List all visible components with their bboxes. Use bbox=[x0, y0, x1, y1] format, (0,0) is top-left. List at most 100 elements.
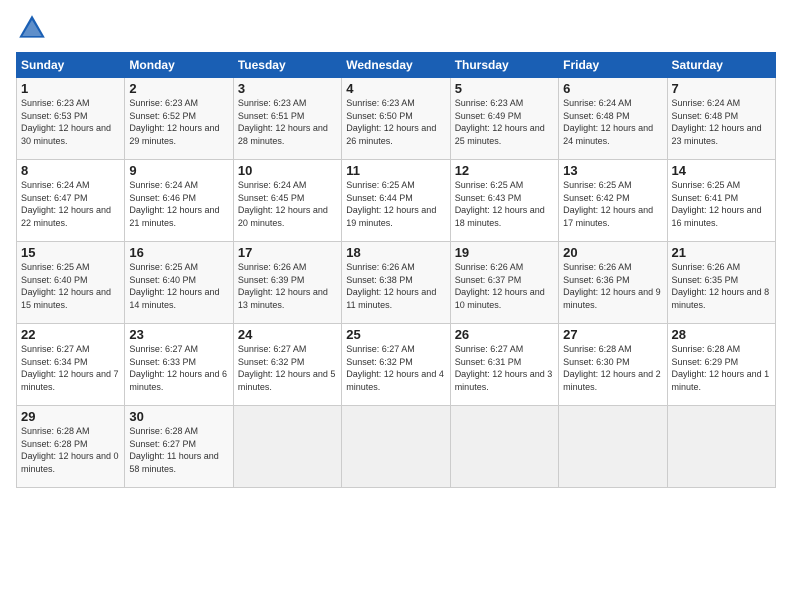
day-number: 6 bbox=[563, 81, 662, 96]
calendar-cell: 28 Sunrise: 6:28 AMSunset: 6:29 PMDaylig… bbox=[667, 324, 775, 406]
calendar-cell: 29 Sunrise: 6:28 AMSunset: 6:28 PMDaylig… bbox=[17, 406, 125, 488]
day-info: Sunrise: 6:28 AMSunset: 6:28 PMDaylight:… bbox=[21, 425, 120, 475]
logo bbox=[16, 12, 52, 44]
day-number: 9 bbox=[129, 163, 228, 178]
day-number: 8 bbox=[21, 163, 120, 178]
calendar-cell: 7 Sunrise: 6:24 AMSunset: 6:48 PMDayligh… bbox=[667, 78, 775, 160]
day-number: 17 bbox=[238, 245, 337, 260]
day-info: Sunrise: 6:24 AMSunset: 6:48 PMDaylight:… bbox=[563, 97, 662, 147]
calendar-cell: 30 Sunrise: 6:28 AMSunset: 6:27 PMDaylig… bbox=[125, 406, 233, 488]
day-info: Sunrise: 6:25 AMSunset: 6:43 PMDaylight:… bbox=[455, 179, 554, 229]
day-number: 7 bbox=[672, 81, 771, 96]
day-number: 18 bbox=[346, 245, 445, 260]
calendar-week-2: 8 Sunrise: 6:24 AMSunset: 6:47 PMDayligh… bbox=[17, 160, 776, 242]
col-header-saturday: Saturday bbox=[667, 53, 775, 78]
day-info: Sunrise: 6:23 AMSunset: 6:51 PMDaylight:… bbox=[238, 97, 337, 147]
day-number: 4 bbox=[346, 81, 445, 96]
calendar-cell bbox=[450, 406, 558, 488]
calendar-cell: 9 Sunrise: 6:24 AMSunset: 6:46 PMDayligh… bbox=[125, 160, 233, 242]
day-info: Sunrise: 6:27 AMSunset: 6:34 PMDaylight:… bbox=[21, 343, 120, 393]
calendar-cell: 20 Sunrise: 6:26 AMSunset: 6:36 PMDaylig… bbox=[559, 242, 667, 324]
calendar-cell: 15 Sunrise: 6:25 AMSunset: 6:40 PMDaylig… bbox=[17, 242, 125, 324]
day-number: 15 bbox=[21, 245, 120, 260]
day-number: 16 bbox=[129, 245, 228, 260]
day-number: 30 bbox=[129, 409, 228, 424]
day-info: Sunrise: 6:27 AMSunset: 6:32 PMDaylight:… bbox=[238, 343, 337, 393]
day-number: 20 bbox=[563, 245, 662, 260]
day-number: 27 bbox=[563, 327, 662, 342]
calendar-cell: 16 Sunrise: 6:25 AMSunset: 6:40 PMDaylig… bbox=[125, 242, 233, 324]
logo-icon bbox=[16, 12, 48, 44]
calendar-cell: 26 Sunrise: 6:27 AMSunset: 6:31 PMDaylig… bbox=[450, 324, 558, 406]
calendar-week-5: 29 Sunrise: 6:28 AMSunset: 6:28 PMDaylig… bbox=[17, 406, 776, 488]
calendar-cell: 12 Sunrise: 6:25 AMSunset: 6:43 PMDaylig… bbox=[450, 160, 558, 242]
day-number: 24 bbox=[238, 327, 337, 342]
calendar-cell: 19 Sunrise: 6:26 AMSunset: 6:37 PMDaylig… bbox=[450, 242, 558, 324]
calendar-header-row: SundayMondayTuesdayWednesdayThursdayFrid… bbox=[17, 53, 776, 78]
calendar-week-1: 1 Sunrise: 6:23 AMSunset: 6:53 PMDayligh… bbox=[17, 78, 776, 160]
day-info: Sunrise: 6:25 AMSunset: 6:42 PMDaylight:… bbox=[563, 179, 662, 229]
day-number: 21 bbox=[672, 245, 771, 260]
day-info: Sunrise: 6:24 AMSunset: 6:45 PMDaylight:… bbox=[238, 179, 337, 229]
day-number: 28 bbox=[672, 327, 771, 342]
day-info: Sunrise: 6:28 AMSunset: 6:29 PMDaylight:… bbox=[672, 343, 771, 393]
calendar-cell bbox=[342, 406, 450, 488]
calendar-cell: 4 Sunrise: 6:23 AMSunset: 6:50 PMDayligh… bbox=[342, 78, 450, 160]
calendar-cell: 23 Sunrise: 6:27 AMSunset: 6:33 PMDaylig… bbox=[125, 324, 233, 406]
calendar-cell: 17 Sunrise: 6:26 AMSunset: 6:39 PMDaylig… bbox=[233, 242, 341, 324]
day-number: 1 bbox=[21, 81, 120, 96]
calendar-week-4: 22 Sunrise: 6:27 AMSunset: 6:34 PMDaylig… bbox=[17, 324, 776, 406]
calendar-cell: 3 Sunrise: 6:23 AMSunset: 6:51 PMDayligh… bbox=[233, 78, 341, 160]
day-info: Sunrise: 6:23 AMSunset: 6:50 PMDaylight:… bbox=[346, 97, 445, 147]
day-number: 14 bbox=[672, 163, 771, 178]
day-number: 26 bbox=[455, 327, 554, 342]
day-info: Sunrise: 6:25 AMSunset: 6:44 PMDaylight:… bbox=[346, 179, 445, 229]
calendar-cell: 6 Sunrise: 6:24 AMSunset: 6:48 PMDayligh… bbox=[559, 78, 667, 160]
day-number: 29 bbox=[21, 409, 120, 424]
calendar-cell: 10 Sunrise: 6:24 AMSunset: 6:45 PMDaylig… bbox=[233, 160, 341, 242]
day-info: Sunrise: 6:23 AMSunset: 6:53 PMDaylight:… bbox=[21, 97, 120, 147]
day-info: Sunrise: 6:27 AMSunset: 6:31 PMDaylight:… bbox=[455, 343, 554, 393]
day-info: Sunrise: 6:26 AMSunset: 6:35 PMDaylight:… bbox=[672, 261, 771, 311]
day-info: Sunrise: 6:26 AMSunset: 6:36 PMDaylight:… bbox=[563, 261, 662, 311]
day-number: 12 bbox=[455, 163, 554, 178]
day-number: 11 bbox=[346, 163, 445, 178]
calendar-cell: 24 Sunrise: 6:27 AMSunset: 6:32 PMDaylig… bbox=[233, 324, 341, 406]
calendar-table: SundayMondayTuesdayWednesdayThursdayFrid… bbox=[16, 52, 776, 488]
day-info: Sunrise: 6:26 AMSunset: 6:39 PMDaylight:… bbox=[238, 261, 337, 311]
day-number: 19 bbox=[455, 245, 554, 260]
col-header-sunday: Sunday bbox=[17, 53, 125, 78]
day-info: Sunrise: 6:25 AMSunset: 6:41 PMDaylight:… bbox=[672, 179, 771, 229]
calendar-cell: 8 Sunrise: 6:24 AMSunset: 6:47 PMDayligh… bbox=[17, 160, 125, 242]
day-info: Sunrise: 6:27 AMSunset: 6:33 PMDaylight:… bbox=[129, 343, 228, 393]
calendar-cell: 25 Sunrise: 6:27 AMSunset: 6:32 PMDaylig… bbox=[342, 324, 450, 406]
calendar-cell: 21 Sunrise: 6:26 AMSunset: 6:35 PMDaylig… bbox=[667, 242, 775, 324]
calendar-cell: 22 Sunrise: 6:27 AMSunset: 6:34 PMDaylig… bbox=[17, 324, 125, 406]
day-info: Sunrise: 6:23 AMSunset: 6:49 PMDaylight:… bbox=[455, 97, 554, 147]
day-info: Sunrise: 6:27 AMSunset: 6:32 PMDaylight:… bbox=[346, 343, 445, 393]
col-header-wednesday: Wednesday bbox=[342, 53, 450, 78]
calendar-cell bbox=[667, 406, 775, 488]
calendar-cell bbox=[233, 406, 341, 488]
day-info: Sunrise: 6:24 AMSunset: 6:47 PMDaylight:… bbox=[21, 179, 120, 229]
day-info: Sunrise: 6:28 AMSunset: 6:27 PMDaylight:… bbox=[129, 425, 228, 475]
day-info: Sunrise: 6:23 AMSunset: 6:52 PMDaylight:… bbox=[129, 97, 228, 147]
calendar-cell: 11 Sunrise: 6:25 AMSunset: 6:44 PMDaylig… bbox=[342, 160, 450, 242]
day-info: Sunrise: 6:26 AMSunset: 6:37 PMDaylight:… bbox=[455, 261, 554, 311]
day-info: Sunrise: 6:26 AMSunset: 6:38 PMDaylight:… bbox=[346, 261, 445, 311]
day-info: Sunrise: 6:28 AMSunset: 6:30 PMDaylight:… bbox=[563, 343, 662, 393]
calendar-cell: 2 Sunrise: 6:23 AMSunset: 6:52 PMDayligh… bbox=[125, 78, 233, 160]
calendar-cell: 18 Sunrise: 6:26 AMSunset: 6:38 PMDaylig… bbox=[342, 242, 450, 324]
calendar-cell bbox=[559, 406, 667, 488]
col-header-thursday: Thursday bbox=[450, 53, 558, 78]
calendar-cell: 27 Sunrise: 6:28 AMSunset: 6:30 PMDaylig… bbox=[559, 324, 667, 406]
day-info: Sunrise: 6:25 AMSunset: 6:40 PMDaylight:… bbox=[21, 261, 120, 311]
calendar-cell: 1 Sunrise: 6:23 AMSunset: 6:53 PMDayligh… bbox=[17, 78, 125, 160]
day-number: 13 bbox=[563, 163, 662, 178]
calendar-cell: 13 Sunrise: 6:25 AMSunset: 6:42 PMDaylig… bbox=[559, 160, 667, 242]
day-info: Sunrise: 6:25 AMSunset: 6:40 PMDaylight:… bbox=[129, 261, 228, 311]
day-number: 10 bbox=[238, 163, 337, 178]
page-header bbox=[16, 12, 776, 44]
day-number: 22 bbox=[21, 327, 120, 342]
day-info: Sunrise: 6:24 AMSunset: 6:48 PMDaylight:… bbox=[672, 97, 771, 147]
